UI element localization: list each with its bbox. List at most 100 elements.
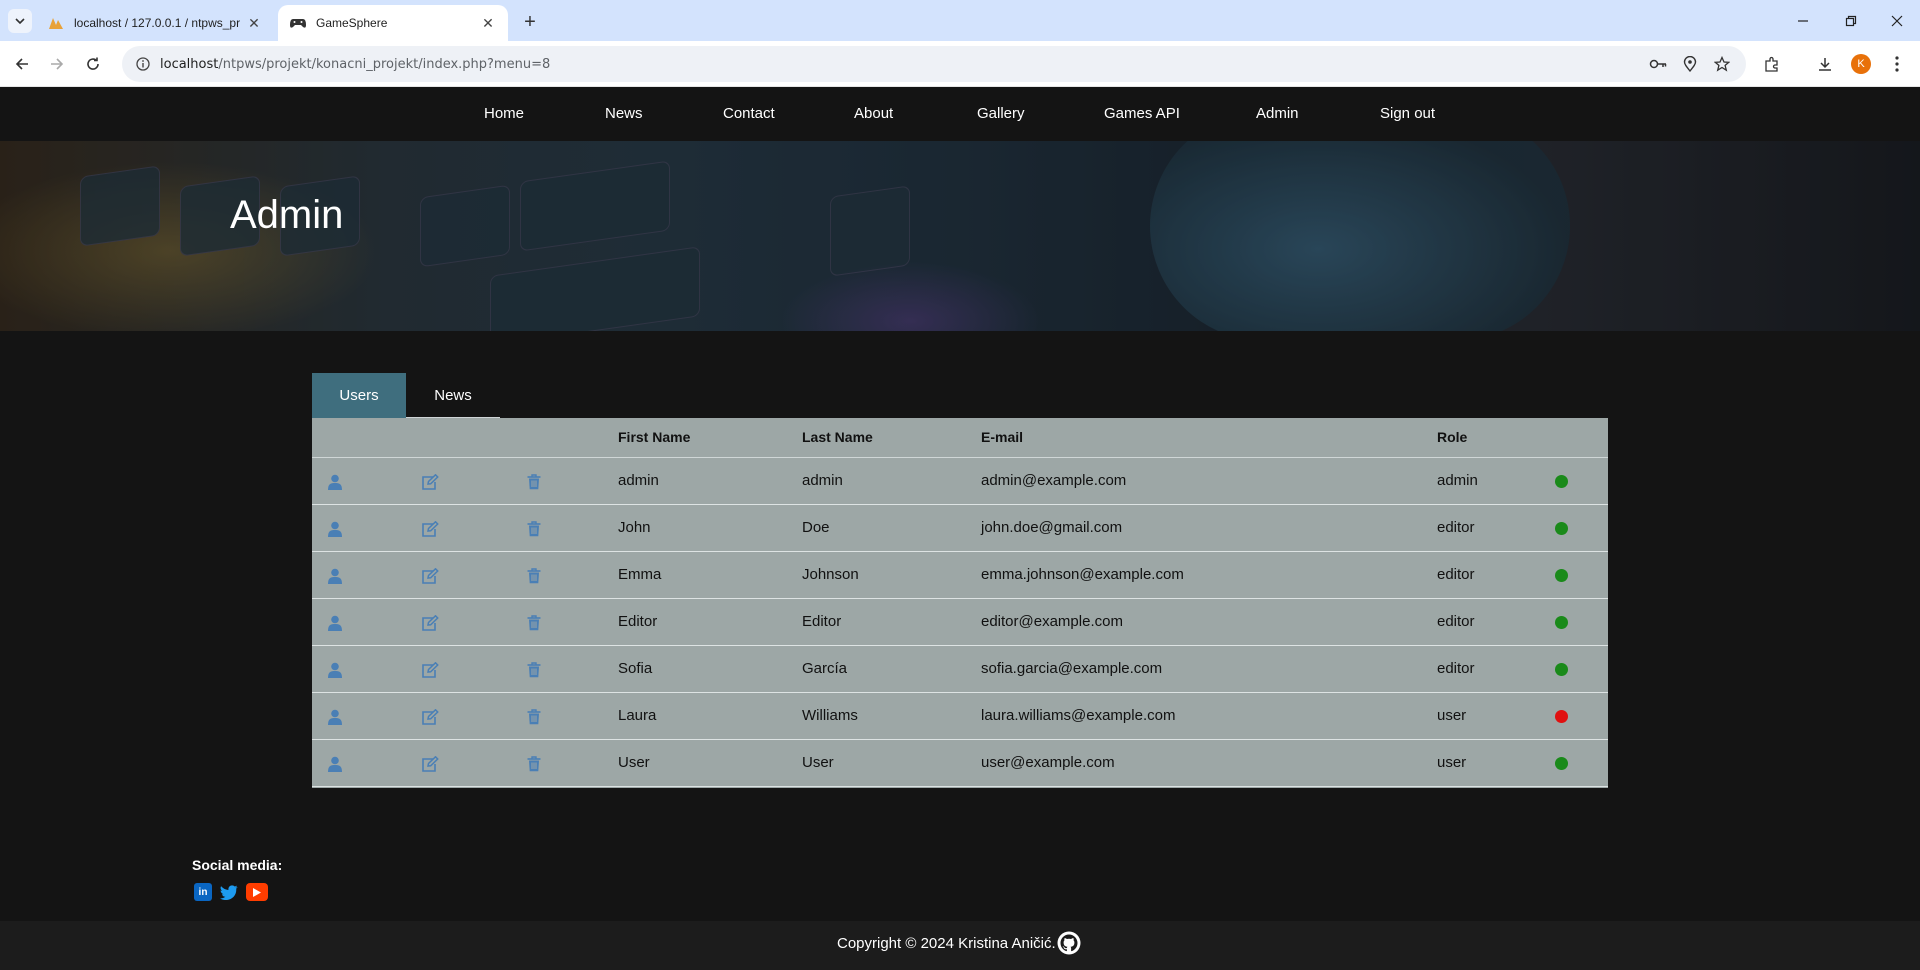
downloads-button[interactable] <box>1813 52 1837 76</box>
twitter-icon[interactable] <box>220 883 238 901</box>
cell-first-name: Emma <box>618 566 662 583</box>
tab-search-button[interactable] <box>8 9 32 33</box>
edit-icon[interactable] <box>421 473 439 491</box>
browser-tab-gamesphere[interactable]: GameSphere ✕ <box>278 5 508 41</box>
header-last-name: Last Name <box>802 429 873 445</box>
back-button[interactable] <box>10 52 34 76</box>
nav-gallery[interactable]: Gallery <box>977 87 1025 141</box>
github-icon[interactable] <box>1057 931 1081 955</box>
table-row: Laura Williams laura.williams@example.com u… <box>312 693 1608 740</box>
table-header: First Name Last Name E-mail Role <box>312 418 1608 458</box>
nav-news[interactable]: News <box>605 87 643 141</box>
location-pin-icon[interactable] <box>1680 54 1700 74</box>
cell-email: emma.johnson@example.com <box>981 566 1184 583</box>
table-body: admin admin admin@example.com admin John Doe j… <box>312 458 1608 787</box>
view-user-icon[interactable] <box>326 661 344 679</box>
delete-icon[interactable] <box>525 708 543 726</box>
cell-last-name: García <box>802 660 848 677</box>
table-row: admin admin admin@example.com admin <box>312 458 1608 505</box>
new-tab-button[interactable]: + <box>518 10 542 34</box>
nav-sign-out[interactable]: Sign out <box>1380 87 1435 141</box>
edit-icon[interactable] <box>421 614 439 632</box>
profile-button[interactable]: K <box>1849 52 1873 76</box>
delete-icon[interactable] <box>525 567 543 585</box>
cell-last-name: Doe <box>802 519 830 536</box>
bookmark-star-icon[interactable] <box>1712 54 1732 74</box>
view-user-icon[interactable] <box>326 473 344 491</box>
tab-news[interactable]: News <box>406 373 500 418</box>
address-bar[interactable]: localhost/ntpws/projekt/konacni_projekt/… <box>122 46 1746 82</box>
delete-icon[interactable] <box>525 755 543 773</box>
edit-icon[interactable] <box>421 661 439 679</box>
close-window-button[interactable] <box>1874 0 1920 41</box>
forward-button[interactable] <box>45 52 69 76</box>
header-role: Role <box>1437 429 1468 445</box>
tab-users[interactable]: Users <box>312 373 406 418</box>
minimize-button[interactable] <box>1780 0 1826 41</box>
table-row: User User user@example.com user <box>312 740 1608 787</box>
delete-icon[interactable] <box>525 520 543 538</box>
reload-icon <box>87 57 99 70</box>
nav-contact[interactable]: Contact <box>723 87 775 141</box>
view-user-icon[interactable] <box>326 567 344 585</box>
table-row: Sofia García sofia.garcia@example.com edito… <box>312 646 1608 693</box>
header-email: E-mail <box>981 429 1024 445</box>
cell-email: admin@example.com <box>981 472 1127 489</box>
cell-first-name: Sofia <box>618 660 653 677</box>
download-icon <box>1819 58 1831 71</box>
delete-icon[interactable] <box>525 661 543 679</box>
view-user-icon[interactable] <box>326 708 344 726</box>
cell-first-name: Laura <box>618 707 657 724</box>
hero-banner: Admin <box>0 141 1920 331</box>
site-footer: Copyright © 2024 Kristina Aničić. <box>0 921 1920 970</box>
status-indicator <box>1555 757 1568 770</box>
avatar: K <box>1851 54 1871 74</box>
cell-first-name: John <box>618 519 651 536</box>
table-row: Emma Johnson emma.johnson@example.com edito… <box>312 552 1608 599</box>
status-indicator <box>1555 616 1568 629</box>
restore-button[interactable] <box>1828 0 1874 41</box>
cell-role: editor <box>1437 660 1475 677</box>
nav-admin[interactable]: Admin <box>1256 87 1299 141</box>
arrow-left-icon <box>15 58 28 70</box>
cell-last-name: Johnson <box>802 566 859 583</box>
edit-icon[interactable] <box>421 755 439 773</box>
browser-toolbar: localhost/ntpws/projekt/konacni_projekt/… <box>0 41 1920 87</box>
reload-button[interactable] <box>81 52 105 76</box>
linkedin-icon[interactable]: in <box>194 883 212 901</box>
edit-icon[interactable] <box>421 520 439 538</box>
extensions-button[interactable] <box>1760 52 1784 76</box>
url-path: /ntpws/projekt/konacni_projekt/index.php… <box>218 56 551 72</box>
nav-about[interactable]: About <box>854 87 893 141</box>
kebab-menu-icon <box>1895 56 1899 72</box>
cell-first-name: admin <box>618 472 659 489</box>
status-indicator <box>1555 663 1568 676</box>
edit-icon[interactable] <box>421 708 439 726</box>
delete-icon[interactable] <box>525 473 543 491</box>
delete-icon[interactable] <box>525 614 543 632</box>
status-indicator <box>1555 522 1568 535</box>
nav-games-api[interactable]: Games API <box>1104 87 1180 141</box>
close-tab-icon[interactable]: ✕ <box>480 15 496 31</box>
cell-role: user <box>1437 707 1467 724</box>
browser-menu-button[interactable] <box>1885 52 1909 76</box>
close-tab-icon[interactable]: ✕ <box>246 15 262 31</box>
table-row: John Doe john.doe@gmail.com editor <box>312 505 1608 552</box>
edit-icon[interactable] <box>421 567 439 585</box>
minimize-icon <box>1798 19 1808 22</box>
key-icon[interactable] <box>1648 54 1668 74</box>
view-user-icon[interactable] <box>326 520 344 538</box>
view-user-icon[interactable] <box>326 614 344 632</box>
arrow-right-icon <box>51 58 64 70</box>
site-info-icon[interactable] <box>132 53 154 75</box>
cell-role: editor <box>1437 566 1475 583</box>
puzzle-icon <box>1765 56 1778 72</box>
view-user-icon[interactable] <box>326 755 344 773</box>
youtube-icon[interactable] <box>246 883 268 901</box>
url-text: localhost/ntpws/projekt/konacni_projekt/… <box>160 57 550 72</box>
phpmyadmin-icon <box>48 15 64 31</box>
nav-home[interactable]: Home <box>484 87 524 141</box>
page-title: Admin <box>230 193 344 237</box>
browser-tab-phpmyadmin[interactable]: localhost / 127.0.0.1 / ntpws_pr ✕ <box>36 5 274 41</box>
url-host: localhost <box>160 56 219 72</box>
